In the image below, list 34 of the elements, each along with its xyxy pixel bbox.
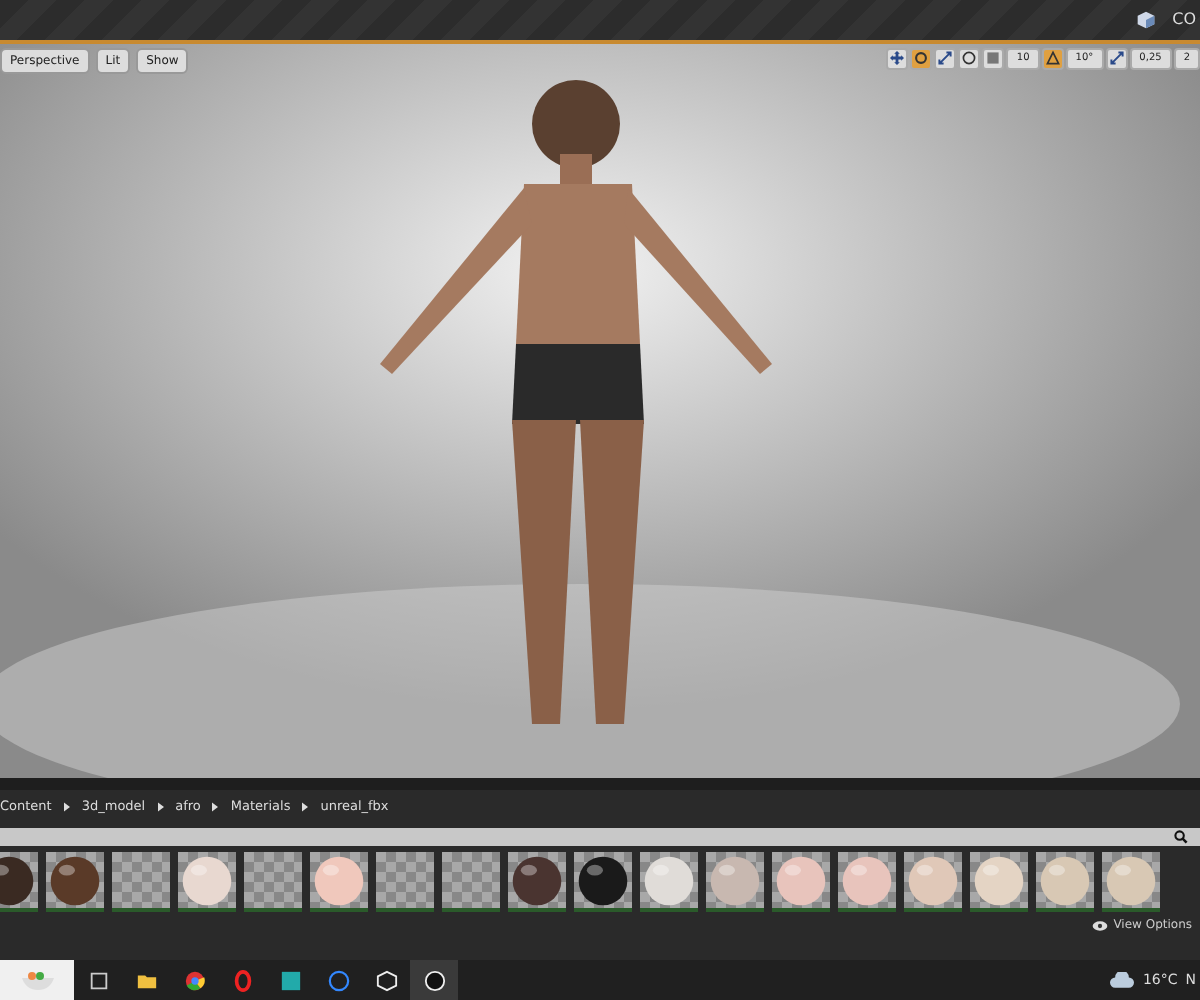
chevron-icon bbox=[63, 801, 70, 812]
start-button[interactable] bbox=[0, 960, 74, 1000]
cloud-icon bbox=[1110, 972, 1135, 988]
material-thumbnail[interactable] bbox=[1102, 852, 1160, 913]
material-thumbnail[interactable] bbox=[838, 852, 896, 913]
material-thumbnail[interactable] bbox=[574, 852, 632, 913]
material-thumbnail[interactable] bbox=[970, 852, 1028, 913]
chevron-icon bbox=[212, 801, 219, 812]
material-thumbnail[interactable] bbox=[706, 852, 764, 913]
tool-button[interactable] bbox=[934, 47, 957, 70]
search-field[interactable] bbox=[0, 828, 1200, 847]
material-thumbnail[interactable] bbox=[1036, 852, 1094, 913]
material-thumbnail[interactable] bbox=[442, 852, 500, 913]
cube-icon[interactable] bbox=[1136, 9, 1157, 30]
chevron-icon bbox=[157, 801, 164, 812]
bowl-icon bbox=[17, 968, 57, 992]
material-thumbnail[interactable] bbox=[772, 852, 830, 913]
tool-button[interactable] bbox=[910, 47, 933, 70]
material-thumbnail[interactable] bbox=[244, 852, 302, 913]
material-thumbnail[interactable] bbox=[112, 852, 170, 913]
circle-logo-icon[interactable] bbox=[410, 960, 458, 1000]
eye-icon bbox=[1091, 919, 1108, 932]
material-thumbnail[interactable] bbox=[508, 852, 566, 913]
material-thumbnail[interactable] bbox=[310, 852, 368, 913]
tab-label[interactable]: CO bbox=[1172, 10, 1196, 29]
material-thumbnail[interactable] bbox=[904, 852, 962, 913]
material-thumbnail[interactable] bbox=[46, 852, 104, 913]
material-thumbnail[interactable] bbox=[178, 852, 236, 913]
search-icon[interactable] bbox=[1174, 830, 1188, 845]
tool-button[interactable] bbox=[958, 47, 981, 70]
chevron-icon bbox=[302, 801, 309, 812]
material-thumbnail[interactable] bbox=[640, 852, 698, 913]
tool-button[interactable] bbox=[886, 47, 909, 70]
material-thumbnail[interactable] bbox=[376, 852, 434, 913]
